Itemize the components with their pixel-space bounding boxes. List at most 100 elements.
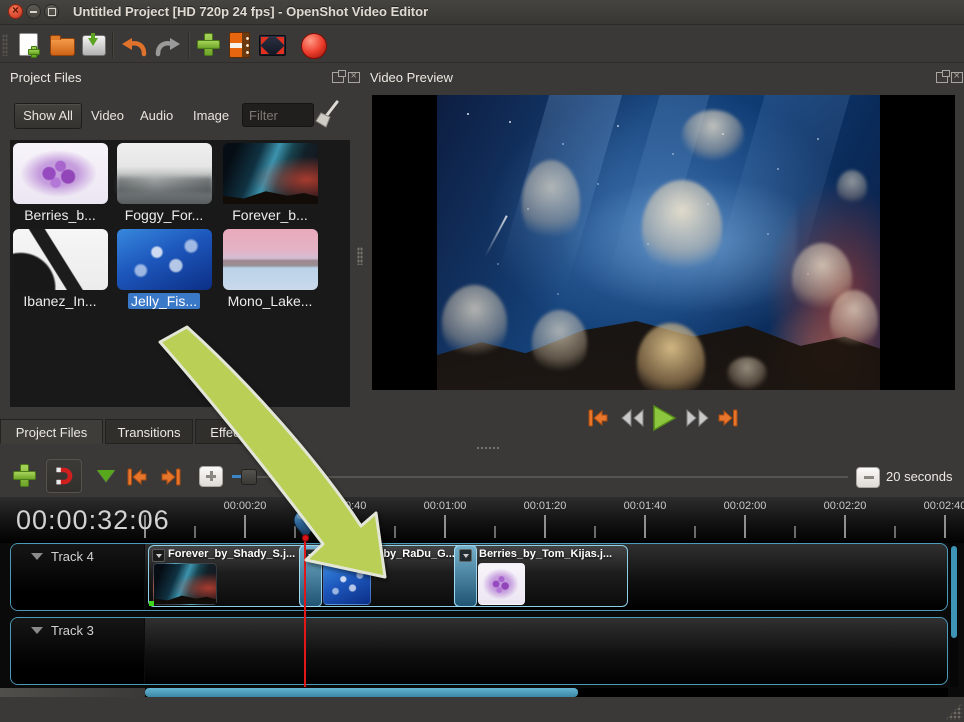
broom-icon — [315, 100, 343, 130]
add-track-button[interactable] — [12, 464, 36, 488]
export-video-button[interactable] — [301, 33, 327, 59]
clip-forever[interactable]: Forever_by_Shady_S.j... — [148, 545, 322, 607]
ruler-label: 00:02:20 — [824, 500, 867, 512]
title-bar: Untitled Project [HD 720p 24 fps] - Open… — [0, 0, 964, 25]
next-marker-icon — [158, 465, 184, 489]
float-panel-icon[interactable] — [936, 72, 948, 83]
panel-splitter-handle[interactable] — [357, 247, 363, 265]
choose-profile-button[interactable] — [229, 32, 250, 58]
track-header[interactable]: Track 3 — [11, 618, 145, 684]
import-files-button[interactable] — [196, 33, 220, 57]
video-preview-display[interactable] — [372, 95, 955, 390]
jump-end-icon — [716, 406, 740, 430]
jellyfish — [442, 285, 507, 360]
timeline-horizontal-scrollbar-thumb[interactable] — [145, 688, 578, 697]
ruler-label: 00:02:00 — [724, 500, 767, 512]
file-label[interactable]: Mono_Lake... — [218, 293, 322, 309]
file-thumbnail-monolake[interactable] — [223, 229, 318, 290]
scrollbar-left-stub — [0, 688, 145, 697]
jump-start-button[interactable] — [586, 406, 610, 430]
fast-forward-button[interactable] — [684, 408, 710, 428]
float-panel-icon[interactable] — [332, 72, 344, 83]
transition-fade-1[interactable] — [299, 545, 322, 607]
tab-effects[interactable]: Effects — [195, 419, 265, 444]
track-name: Track 4 — [51, 549, 94, 564]
jellyfish — [837, 170, 867, 205]
redo-icon — [154, 36, 182, 58]
fast-forward-icon — [684, 408, 710, 428]
filter-audio-button[interactable]: Audio — [140, 108, 173, 123]
clip-title: Forever_by_Shady_S.j... — [168, 548, 319, 560]
file-label[interactable]: Foggy_For... — [112, 207, 216, 223]
clip-menu-chevron-icon[interactable] — [152, 549, 165, 562]
previous-marker-button[interactable] — [124, 465, 150, 494]
jump-end-button[interactable] — [716, 406, 740, 430]
file-thumbnail-ibanez[interactable] — [13, 229, 108, 290]
add-marker-button[interactable] — [97, 470, 115, 482]
fullscreen-button[interactable] — [259, 35, 286, 56]
clear-filter-button[interactable] — [315, 100, 343, 135]
minimize-window-icon[interactable] — [26, 4, 41, 19]
file-label[interactable]: Forever_b... — [218, 207, 322, 223]
redo-button[interactable] — [154, 36, 182, 63]
snapping-toggle-button[interactable] — [46, 459, 82, 493]
openshot-window: Untitled Project [HD 720p 24 fps] - Open… — [0, 0, 964, 722]
close-window-icon[interactable] — [8, 4, 23, 19]
filter-video-button[interactable]: Video — [91, 108, 124, 123]
zoom-out-button[interactable] — [856, 467, 880, 488]
file-thumbnail-foggy[interactable] — [117, 143, 212, 204]
next-marker-button[interactable] — [158, 465, 184, 494]
previous-marker-icon — [124, 465, 150, 489]
file-thumbnail-jelly-selected[interactable] — [117, 229, 212, 290]
toolbar-grip[interactable] — [2, 34, 8, 56]
filter-image-button[interactable]: Image — [193, 108, 229, 123]
clip-effect-indicator — [149, 601, 154, 606]
file-label[interactable]: Berries_b... — [8, 207, 112, 223]
play-button[interactable] — [651, 404, 677, 432]
file-thumbnail-berries[interactable] — [13, 143, 108, 204]
clip-thumbnail — [478, 563, 525, 605]
magnet-icon — [53, 465, 75, 487]
timeline-vertical-scrollbar-thumb[interactable] — [951, 546, 957, 638]
file-label[interactable]: Ibanez_In... — [8, 293, 112, 309]
zoom-in-button[interactable] — [199, 466, 223, 487]
clip-jellyfish[interactable]: Jelly_Fish_by_RaDu_G... — [299, 545, 478, 607]
plus-badge-icon — [28, 46, 39, 57]
track-row-3[interactable]: Track 3 — [10, 617, 948, 685]
file-label-selected[interactable]: Jelly_Fis... — [112, 293, 216, 309]
close-panel-icon[interactable] — [951, 72, 963, 83]
film-strip-icon — [230, 33, 242, 43]
clip-title: Jelly_Fish_by_RaDu_G... — [324, 548, 475, 560]
clip-thumbnail — [323, 563, 371, 605]
transition-fade-2[interactable] — [454, 545, 477, 607]
open-folder-icon — [50, 38, 75, 56]
close-panel-icon[interactable] — [348, 72, 360, 83]
window-title: Untitled Project [HD 720p 24 fps] - Open… — [73, 4, 428, 19]
transition-menu-chevron-icon[interactable] — [459, 549, 472, 562]
jellyfish — [532, 310, 587, 375]
playhead-time-display: 00:00:32:06 — [16, 505, 170, 536]
playhead-balloon-icon — [291, 508, 320, 544]
ruler-label: 00:00:40 — [324, 500, 367, 512]
maximize-window-icon[interactable] — [44, 4, 59, 19]
stars — [467, 113, 469, 115]
zoom-slider-track[interactable] — [232, 476, 848, 478]
track-menu-chevron-icon[interactable] — [31, 627, 43, 634]
track-menu-chevron-icon[interactable] — [31, 553, 43, 560]
tab-transitions[interactable]: Transitions — [105, 419, 193, 444]
clip-berries[interactable]: Berries_by_Tom_Kijas.j... — [454, 545, 628, 607]
playhead-marker[interactable] — [291, 508, 320, 549]
filter-show-all-button[interactable]: Show All — [14, 103, 82, 129]
undo-button[interactable] — [120, 36, 148, 63]
tab-project-files[interactable]: Project Files — [0, 419, 103, 444]
window-resize-grip[interactable] — [945, 703, 962, 720]
file-thumbnail-forever[interactable] — [223, 143, 318, 204]
filter-input[interactable] — [242, 103, 314, 127]
toolbar-separator — [188, 32, 190, 58]
rewind-button[interactable] — [620, 408, 646, 428]
jellyfish — [727, 357, 767, 390]
horizontal-splitter-handle[interactable] — [476, 446, 500, 450]
zoom-slider-handle[interactable] — [241, 469, 257, 485]
track-header[interactable]: Track 4 — [11, 544, 145, 610]
clip-title: Berries_by_Tom_Kijas.j... — [479, 548, 625, 560]
